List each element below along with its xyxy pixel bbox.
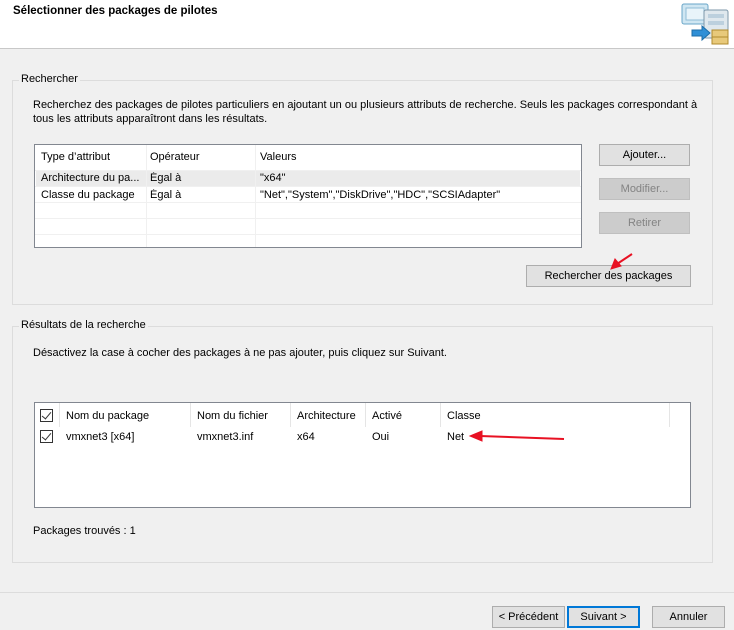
package-file-cell[interactable]: vmxnet3.inf	[197, 431, 287, 443]
column-divider	[146, 145, 147, 247]
select-all-checkbox[interactable]	[40, 409, 53, 422]
results-group-label: Résultats de la recherche	[19, 319, 148, 331]
packages-found-count: Packages trouvés : 1	[33, 525, 136, 537]
column-header-operator[interactable]: Opérateur	[150, 151, 250, 163]
column-divider	[59, 403, 60, 427]
next-button[interactable]: Suivant >	[567, 606, 640, 628]
column-header-package-name[interactable]: Nom du package	[66, 410, 186, 422]
attribute-values-cell[interactable]: "Net","System","DiskDrive","HDC","SCSIAd…	[260, 189, 578, 201]
search-group-label: Rechercher	[19, 73, 80, 85]
column-header-architecture[interactable]: Architecture	[297, 410, 365, 422]
package-class-cell[interactable]: Net	[447, 431, 507, 443]
wizard-header: Sélectionner des packages de pilotes	[0, 0, 734, 49]
row-divider	[35, 234, 581, 235]
modify-button[interactable]: Modifier...	[599, 178, 690, 200]
column-divider	[440, 403, 441, 427]
column-header-file-name[interactable]: Nom du fichier	[197, 410, 287, 422]
attribute-type-cell[interactable]: Classe du package	[41, 189, 145, 201]
attribute-values-cell[interactable]: "x64"	[260, 172, 578, 184]
attribute-operator-cell[interactable]: Égal à	[150, 189, 250, 201]
column-header-values[interactable]: Valeurs	[260, 151, 460, 163]
attribute-operator-cell[interactable]: Égal à	[150, 172, 250, 184]
results-list[interactable]: Nom du package Nom du fichier Architectu…	[34, 402, 691, 508]
attribute-type-cell[interactable]: Architecture du pa...	[41, 172, 145, 184]
previous-button[interactable]: < Précédent	[492, 606, 565, 628]
row-divider	[35, 218, 581, 219]
package-architecture-cell[interactable]: x64	[297, 431, 365, 443]
column-divider	[190, 403, 191, 427]
search-packages-button[interactable]: Rechercher des packages	[526, 265, 691, 287]
search-attributes-list[interactable]: Type d’attribut Opérateur Valeurs Archit…	[34, 144, 582, 248]
cancel-button[interactable]: Annuler	[652, 606, 725, 628]
column-divider	[365, 403, 366, 427]
column-header-enabled[interactable]: Activé	[372, 410, 438, 422]
column-header-class[interactable]: Classe	[447, 410, 547, 422]
add-button[interactable]: Ajouter...	[599, 144, 690, 166]
column-divider	[255, 145, 256, 247]
row-divider	[35, 186, 581, 187]
footer-divider	[0, 592, 734, 593]
column-header-type[interactable]: Type d’attribut	[41, 151, 145, 163]
row-divider	[35, 170, 581, 171]
column-divider	[669, 403, 670, 427]
column-divider	[290, 403, 291, 427]
results-description: Désactivez la case à cocher des packages…	[33, 347, 447, 359]
package-enabled-cell[interactable]: Oui	[372, 431, 438, 443]
page-title: Sélectionner des packages de pilotes	[13, 5, 218, 17]
package-name-cell[interactable]: vmxnet3 [x64]	[66, 431, 186, 443]
row-divider	[35, 202, 581, 203]
package-checkbox[interactable]	[40, 430, 53, 443]
search-description: Recherchez des packages de pilotes parti…	[33, 99, 698, 125]
driver-package-icon	[678, 0, 734, 49]
remove-button[interactable]: Retirer	[599, 212, 690, 234]
